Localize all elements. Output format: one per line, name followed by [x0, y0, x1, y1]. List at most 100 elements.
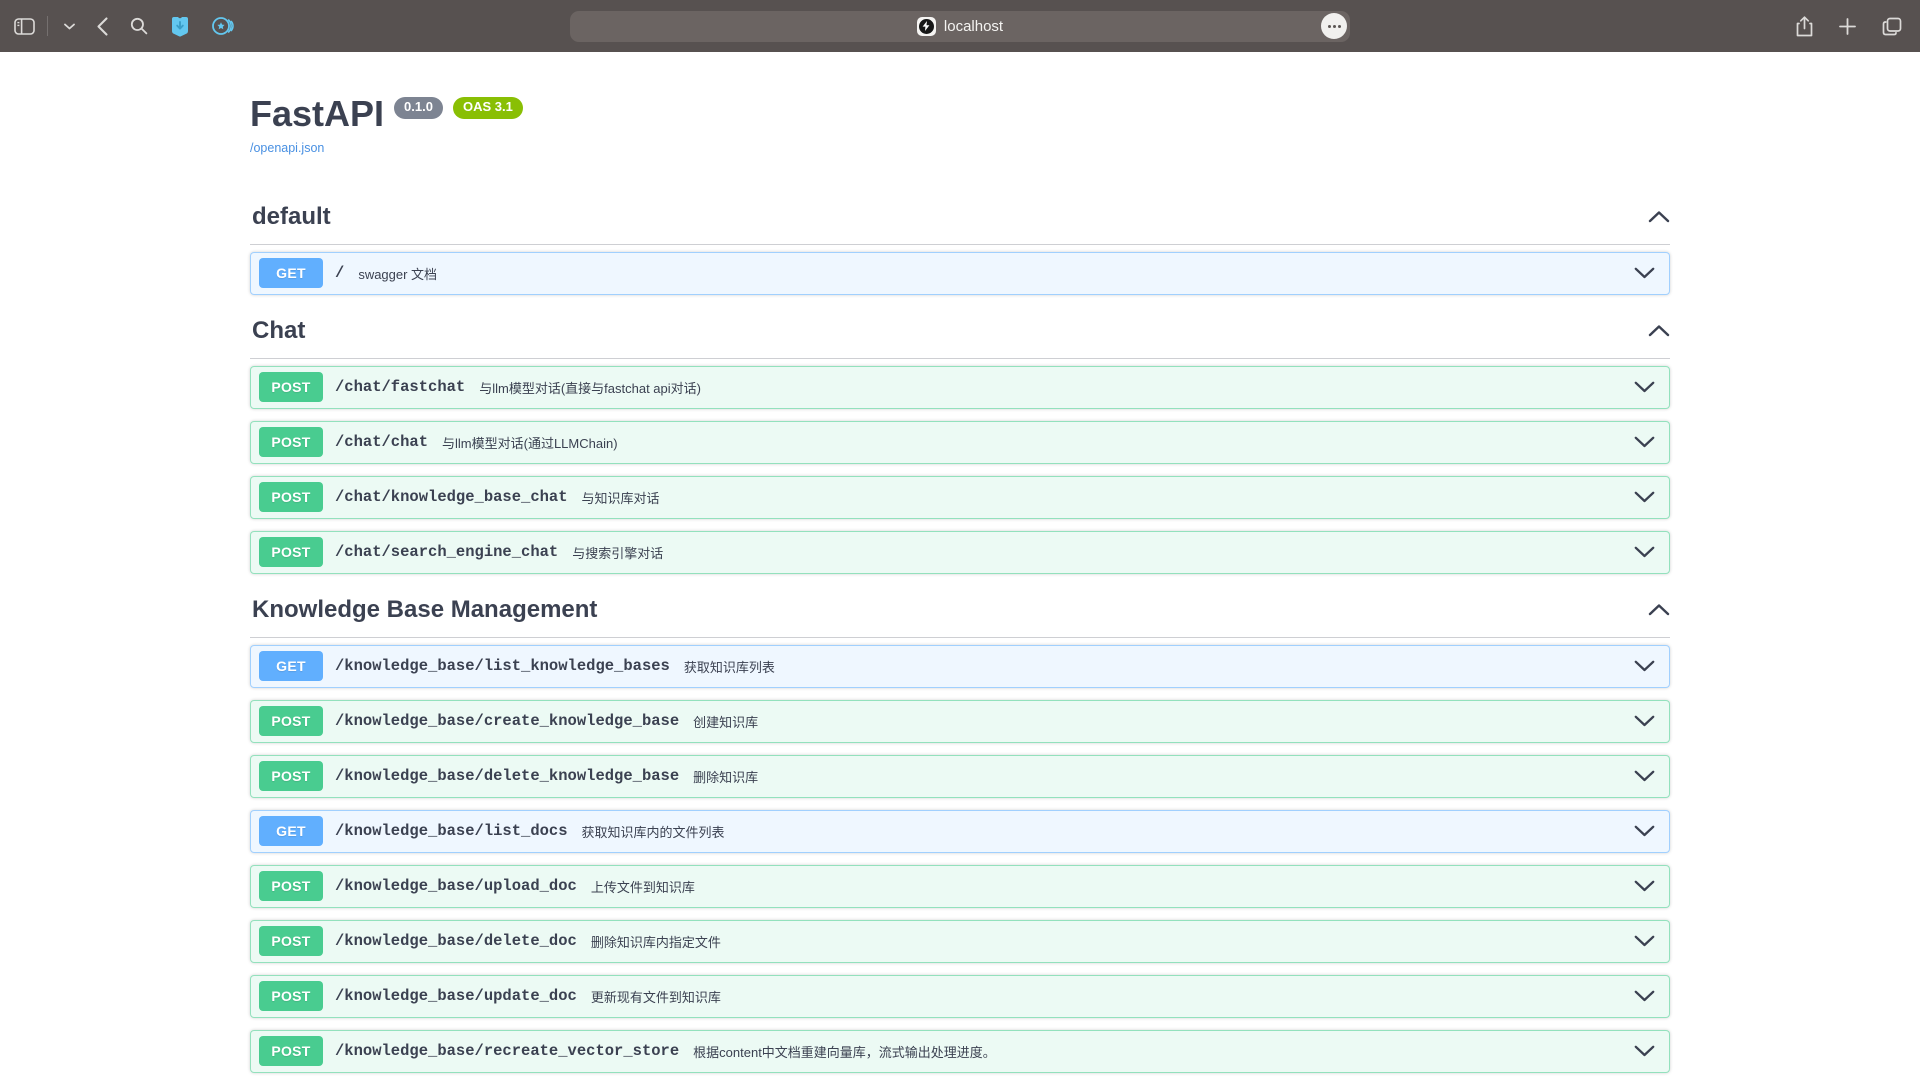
- operation-row[interactable]: POST /chat/knowledge_base_chat 与知识库对话: [250, 476, 1670, 519]
- chevron-down-icon[interactable]: [1634, 267, 1661, 279]
- sidebar-icon[interactable]: [14, 18, 35, 35]
- chevron-down-icon[interactable]: [1634, 770, 1661, 782]
- operation-path: /chat/knowledge_base_chat: [335, 488, 568, 506]
- operation-path: /knowledge_base/recreate_vector_store: [335, 1042, 679, 1060]
- operation-row[interactable]: POST /chat/fastchat 与llm模型对话(直接与fastchat…: [250, 366, 1670, 409]
- method-badge[interactable]: GET: [259, 258, 323, 288]
- method-badge[interactable]: POST: [259, 427, 323, 457]
- operation-path: /knowledge_base/delete_knowledge_base: [335, 767, 679, 785]
- browser-toolbar: localhost: [0, 0, 1920, 52]
- url-text: localhost: [944, 18, 1003, 35]
- chevron-down-icon[interactable]: [1634, 381, 1661, 393]
- chevron-down-icon[interactable]: [1634, 491, 1661, 503]
- tabs-overview-icon[interactable]: [1882, 17, 1902, 36]
- chevron-down-icon[interactable]: [1634, 935, 1661, 947]
- chevron-down-icon[interactable]: [1634, 660, 1661, 672]
- shield-extension-icon[interactable]: [170, 16, 190, 37]
- api-section: default GET / swagger 文档: [250, 197, 1670, 295]
- chevron-down-icon[interactable]: [1634, 546, 1661, 558]
- operations-list: POST /chat/fastchat 与llm模型对话(直接与fastchat…: [250, 366, 1670, 574]
- method-badge[interactable]: POST: [259, 372, 323, 402]
- page-title: FastAPI 0.1.0 OAS 3.1: [250, 94, 1670, 134]
- chevron-up-icon[interactable]: [1648, 210, 1670, 223]
- section-header[interactable]: Knowledge Base Management: [250, 590, 1670, 638]
- operation-row[interactable]: GET / swagger 文档: [250, 252, 1670, 295]
- operation-summary: 与知识库对话: [582, 488, 660, 507]
- operation-row[interactable]: POST /knowledge_base/recreate_vector_sto…: [250, 1030, 1670, 1073]
- operation-path: /knowledge_base/delete_doc: [335, 932, 577, 950]
- operation-path: /knowledge_base/create_knowledge_base: [335, 712, 679, 730]
- api-sections: default GET / swagger 文档 Chat POST /chat…: [250, 197, 1670, 1073]
- operation-summary: 更新现有文件到知识库: [591, 987, 721, 1006]
- operations-list: GET /knowledge_base/list_knowledge_bases…: [250, 645, 1670, 1073]
- chevron-down-icon[interactable]: [1634, 715, 1661, 727]
- chevron-down-icon[interactable]: [1634, 436, 1661, 448]
- openapi-spec-link[interactable]: /openapi.json: [250, 141, 324, 155]
- api-section: Knowledge Base Management GET /knowledge…: [250, 590, 1670, 1073]
- operation-path: /knowledge_base/update_doc: [335, 987, 577, 1005]
- operation-summary: 与llm模型对话(直接与fastchat api对话): [479, 378, 701, 397]
- target-extension-icon[interactable]: [212, 16, 235, 36]
- chevron-down-icon[interactable]: [1634, 990, 1661, 1002]
- method-badge[interactable]: POST: [259, 482, 323, 512]
- chevron-up-icon[interactable]: [1648, 324, 1670, 337]
- operation-summary: 删除知识库内指定文件: [591, 932, 721, 951]
- operation-row[interactable]: GET /knowledge_base/list_docs 获取知识库内的文件列…: [250, 810, 1670, 853]
- ellipsis-icon[interactable]: [1321, 13, 1347, 39]
- site-favicon: [917, 17, 936, 36]
- operation-row[interactable]: POST /knowledge_base/delete_knowledge_ba…: [250, 755, 1670, 798]
- method-badge[interactable]: POST: [259, 537, 323, 567]
- operation-row[interactable]: POST /knowledge_base/upload_doc 上传文件到知识库: [250, 865, 1670, 908]
- method-badge[interactable]: POST: [259, 981, 323, 1011]
- operation-row[interactable]: POST /chat/chat 与llm模型对话(通过LLMChain): [250, 421, 1670, 464]
- operation-summary: 根据content中文档重建向量库，流式输出处理进度。: [693, 1042, 996, 1061]
- chevron-down-icon[interactable]: [1634, 825, 1661, 837]
- toolbar-separator: [47, 16, 48, 36]
- chevron-up-icon[interactable]: [1648, 603, 1670, 616]
- operation-summary: 删除知识库: [693, 767, 758, 786]
- operation-path: /: [335, 264, 344, 282]
- swagger-page: FastAPI 0.1.0 OAS 3.1 /openapi.json defa…: [230, 52, 1690, 1073]
- operation-summary: 创建知识库: [693, 712, 758, 731]
- section-header[interactable]: default: [250, 197, 1670, 245]
- method-badge[interactable]: POST: [259, 1036, 323, 1066]
- operation-summary: swagger 文档: [358, 264, 437, 283]
- operation-row[interactable]: GET /knowledge_base/list_knowledge_bases…: [250, 645, 1670, 688]
- operation-row[interactable]: POST /knowledge_base/update_doc 更新现有文件到知…: [250, 975, 1670, 1018]
- back-icon[interactable]: [97, 17, 108, 36]
- chevron-down-icon[interactable]: [64, 23, 75, 30]
- method-badge[interactable]: POST: [259, 761, 323, 791]
- section-header[interactable]: Chat: [250, 311, 1670, 359]
- search-icon[interactable]: [130, 17, 148, 35]
- operation-row[interactable]: POST /knowledge_base/create_knowledge_ba…: [250, 700, 1670, 743]
- chevron-down-icon[interactable]: [1634, 1045, 1661, 1057]
- operation-path: /knowledge_base/list_knowledge_bases: [335, 657, 670, 675]
- method-badge[interactable]: POST: [259, 926, 323, 956]
- section-title: default: [252, 203, 331, 231]
- operation-summary: 获取知识库列表: [684, 657, 775, 676]
- operation-path: /chat/search_engine_chat: [335, 543, 558, 561]
- api-title-text: FastAPI: [250, 94, 384, 134]
- share-icon[interactable]: [1796, 16, 1813, 37]
- operation-row[interactable]: POST /chat/search_engine_chat 与搜索引擎对话: [250, 531, 1670, 574]
- operation-summary: 上传文件到知识库: [591, 877, 695, 896]
- method-badge[interactable]: POST: [259, 706, 323, 736]
- new-tab-icon[interactable]: [1839, 18, 1856, 35]
- method-badge[interactable]: POST: [259, 871, 323, 901]
- method-badge[interactable]: GET: [259, 651, 323, 681]
- operation-row[interactable]: POST /knowledge_base/delete_doc 删除知识库内指定…: [250, 920, 1670, 963]
- method-badge[interactable]: GET: [259, 816, 323, 846]
- operation-path: /knowledge_base/list_docs: [335, 822, 568, 840]
- api-info: FastAPI 0.1.0 OAS 3.1 /openapi.json: [250, 52, 1670, 157]
- operation-path: /knowledge_base/upload_doc: [335, 877, 577, 895]
- operation-summary: 与llm模型对话(通过LLMChain): [442, 433, 618, 452]
- operation-summary: 与搜索引擎对话: [572, 543, 663, 562]
- api-section: Chat POST /chat/fastchat 与llm模型对话(直接与fas…: [250, 311, 1670, 574]
- section-title: Knowledge Base Management: [252, 596, 597, 624]
- operation-path: /chat/fastchat: [335, 378, 465, 396]
- address-bar[interactable]: localhost: [570, 11, 1350, 42]
- version-badge: 0.1.0: [394, 97, 443, 119]
- chevron-down-icon[interactable]: [1634, 880, 1661, 892]
- operations-list: GET / swagger 文档: [250, 252, 1670, 295]
- operation-summary: 获取知识库内的文件列表: [582, 822, 725, 841]
